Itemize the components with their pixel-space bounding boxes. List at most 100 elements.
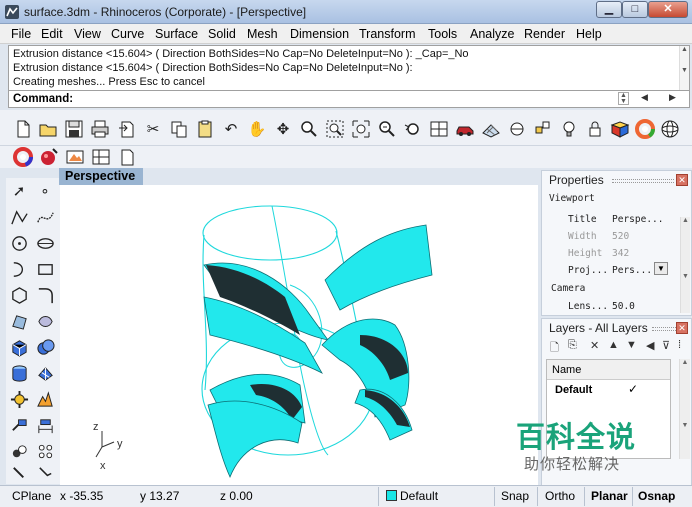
cylinder-icon[interactable] <box>8 362 30 384</box>
menu-render[interactable]: Render <box>524 27 565 41</box>
open-folder-icon[interactable] <box>37 118 59 140</box>
status-layer[interactable]: Default <box>400 489 438 503</box>
surface-corners-icon[interactable] <box>8 310 30 332</box>
cut-icon[interactable]: ✂ <box>142 118 164 140</box>
fillet-curve-icon[interactable] <box>34 284 56 306</box>
boolean-union-icon[interactable] <box>34 336 56 358</box>
menu-solid[interactable]: Solid <box>208 27 236 41</box>
command-spinner[interactable]: ▲ ▼ <box>618 92 629 105</box>
layer-color-swatch[interactable] <box>386 490 397 501</box>
car-icon[interactable] <box>454 118 476 140</box>
color-wheel-icon[interactable] <box>12 146 34 168</box>
status-cplane[interactable]: CPlane <box>12 489 51 503</box>
status-snap-toggle[interactable]: Snap <box>501 489 529 503</box>
import-icon[interactable] <box>116 118 138 140</box>
extra-tool-icon[interactable] <box>8 464 30 482</box>
move-left-icon[interactable]: ◀ <box>646 339 654 352</box>
layers-header-name[interactable]: Name <box>547 360 670 380</box>
menu-tools[interactable]: Tools <box>428 27 457 41</box>
curve-icon[interactable] <box>34 206 56 228</box>
delete-layer-icon[interactable]: ✕ <box>590 339 599 352</box>
edit-surface-icon[interactable] <box>34 310 56 332</box>
dimension-icon[interactable] <box>34 414 56 436</box>
menu-surface[interactable]: Surface <box>155 27 198 41</box>
polyline-icon[interactable] <box>8 206 30 228</box>
menu-view[interactable]: View <box>74 27 101 41</box>
layer-settings-icon[interactable]: ⁞ <box>678 339 681 351</box>
properties-close-icon[interactable]: ✕ <box>676 174 688 186</box>
layers-close-icon[interactable]: ✕ <box>676 322 688 334</box>
render-tools-icon[interactable] <box>64 146 86 168</box>
viewport-layout-icon[interactable] <box>90 146 112 168</box>
menu-curve[interactable]: Curve <box>111 27 144 41</box>
zoom-icon[interactable] <box>298 118 320 140</box>
history-back-icon[interactable]: ◀ <box>641 92 648 103</box>
prop-lens-value[interactable]: 50.0 <box>612 301 635 312</box>
transform-icon[interactable] <box>8 388 30 410</box>
prop-projection-value[interactable]: Pers... <box>612 265 652 276</box>
sphere-icon[interactable] <box>659 118 681 140</box>
point-icon[interactable]: ∘ <box>34 180 56 202</box>
perspective-viewport[interactable]: z y x <box>60 185 538 485</box>
select-arrow-icon[interactable]: ➚ <box>8 180 30 202</box>
panel-grip[interactable] <box>612 179 674 183</box>
ellipse-icon[interactable] <box>34 232 56 254</box>
rotate-view-icon[interactable]: ✥ <box>272 118 294 140</box>
copy-icon[interactable] <box>168 118 190 140</box>
extra-tool-2-icon[interactable] <box>34 464 56 482</box>
new-layer-icon[interactable]: 🗋 <box>550 339 559 358</box>
material-icon[interactable] <box>38 146 60 168</box>
group-icon[interactable] <box>8 440 30 462</box>
properties-icon[interactable] <box>532 118 554 140</box>
lock-icon[interactable] <box>584 118 606 140</box>
close-button[interactable]: ✕ <box>648 1 688 18</box>
analyze-icon[interactable] <box>8 414 30 436</box>
explode-icon[interactable] <box>34 388 56 410</box>
filter-icon[interactable]: ⊽ <box>662 339 670 352</box>
history-forward-icon[interactable]: ▶ <box>669 92 676 103</box>
render-icon[interactable] <box>609 118 631 140</box>
pan-hand-icon[interactable]: ✋ <box>246 118 268 140</box>
zoom-window-icon[interactable] <box>324 118 346 140</box>
current-layer-check-icon[interactable]: ✓ <box>628 382 638 396</box>
new-sublayer-icon[interactable]: ⎘ <box>568 339 577 352</box>
menu-transform[interactable]: Transform <box>359 27 416 41</box>
mesh-icon[interactable] <box>34 362 56 384</box>
menu-mesh[interactable]: Mesh <box>247 27 278 41</box>
zoom-selected-icon[interactable] <box>376 118 398 140</box>
history-scrollbar[interactable]: ▲ ▼ <box>679 46 689 90</box>
light-bulb-icon[interactable] <box>558 118 580 140</box>
rectangle-icon[interactable] <box>34 258 56 280</box>
menu-analyze[interactable]: Analyze <box>470 27 514 41</box>
properties-scrollbar[interactable]: ▲ ▼ <box>680 217 690 313</box>
menu-edit[interactable]: Edit <box>41 27 63 41</box>
polygon-icon[interactable] <box>8 284 30 306</box>
maximize-button[interactable]: □ <box>622 1 648 18</box>
grid-icon[interactable] <box>480 118 502 140</box>
array-icon[interactable] <box>34 440 56 462</box>
menu-help[interactable]: Help <box>576 27 602 41</box>
undo-icon[interactable]: ↶ <box>220 118 242 140</box>
color-wheel-icon[interactable] <box>634 118 656 140</box>
zoom-extents-icon[interactable] <box>350 118 372 140</box>
save-icon[interactable] <box>63 118 85 140</box>
projection-dropdown-icon[interactable]: ▼ <box>654 262 668 275</box>
move-down-icon[interactable]: ▼ <box>626 339 637 351</box>
four-viewports-icon[interactable] <box>428 118 450 140</box>
menu-dimension[interactable]: Dimension <box>290 27 349 41</box>
box-icon[interactable] <box>8 336 30 358</box>
circle-icon[interactable] <box>8 232 30 254</box>
paste-icon[interactable] <box>194 118 216 140</box>
layer-row-default[interactable]: Default <box>547 382 670 400</box>
point-edit-icon[interactable] <box>506 118 528 140</box>
print-icon[interactable] <box>89 118 111 140</box>
move-up-icon[interactable]: ▲ <box>608 339 619 351</box>
status-osnap-toggle[interactable]: Osnap <box>638 489 675 503</box>
arc-icon[interactable] <box>8 258 30 280</box>
layers-scrollbar[interactable]: ▲ ▼ <box>679 359 690 459</box>
page-icon[interactable] <box>116 146 138 168</box>
status-planar-toggle[interactable]: Planar <box>591 489 628 503</box>
status-ortho-toggle[interactable]: Ortho <box>545 489 575 503</box>
viewport-tab-perspective[interactable]: Perspective <box>59 168 143 185</box>
minimize-button[interactable]: ▁ <box>596 1 622 18</box>
